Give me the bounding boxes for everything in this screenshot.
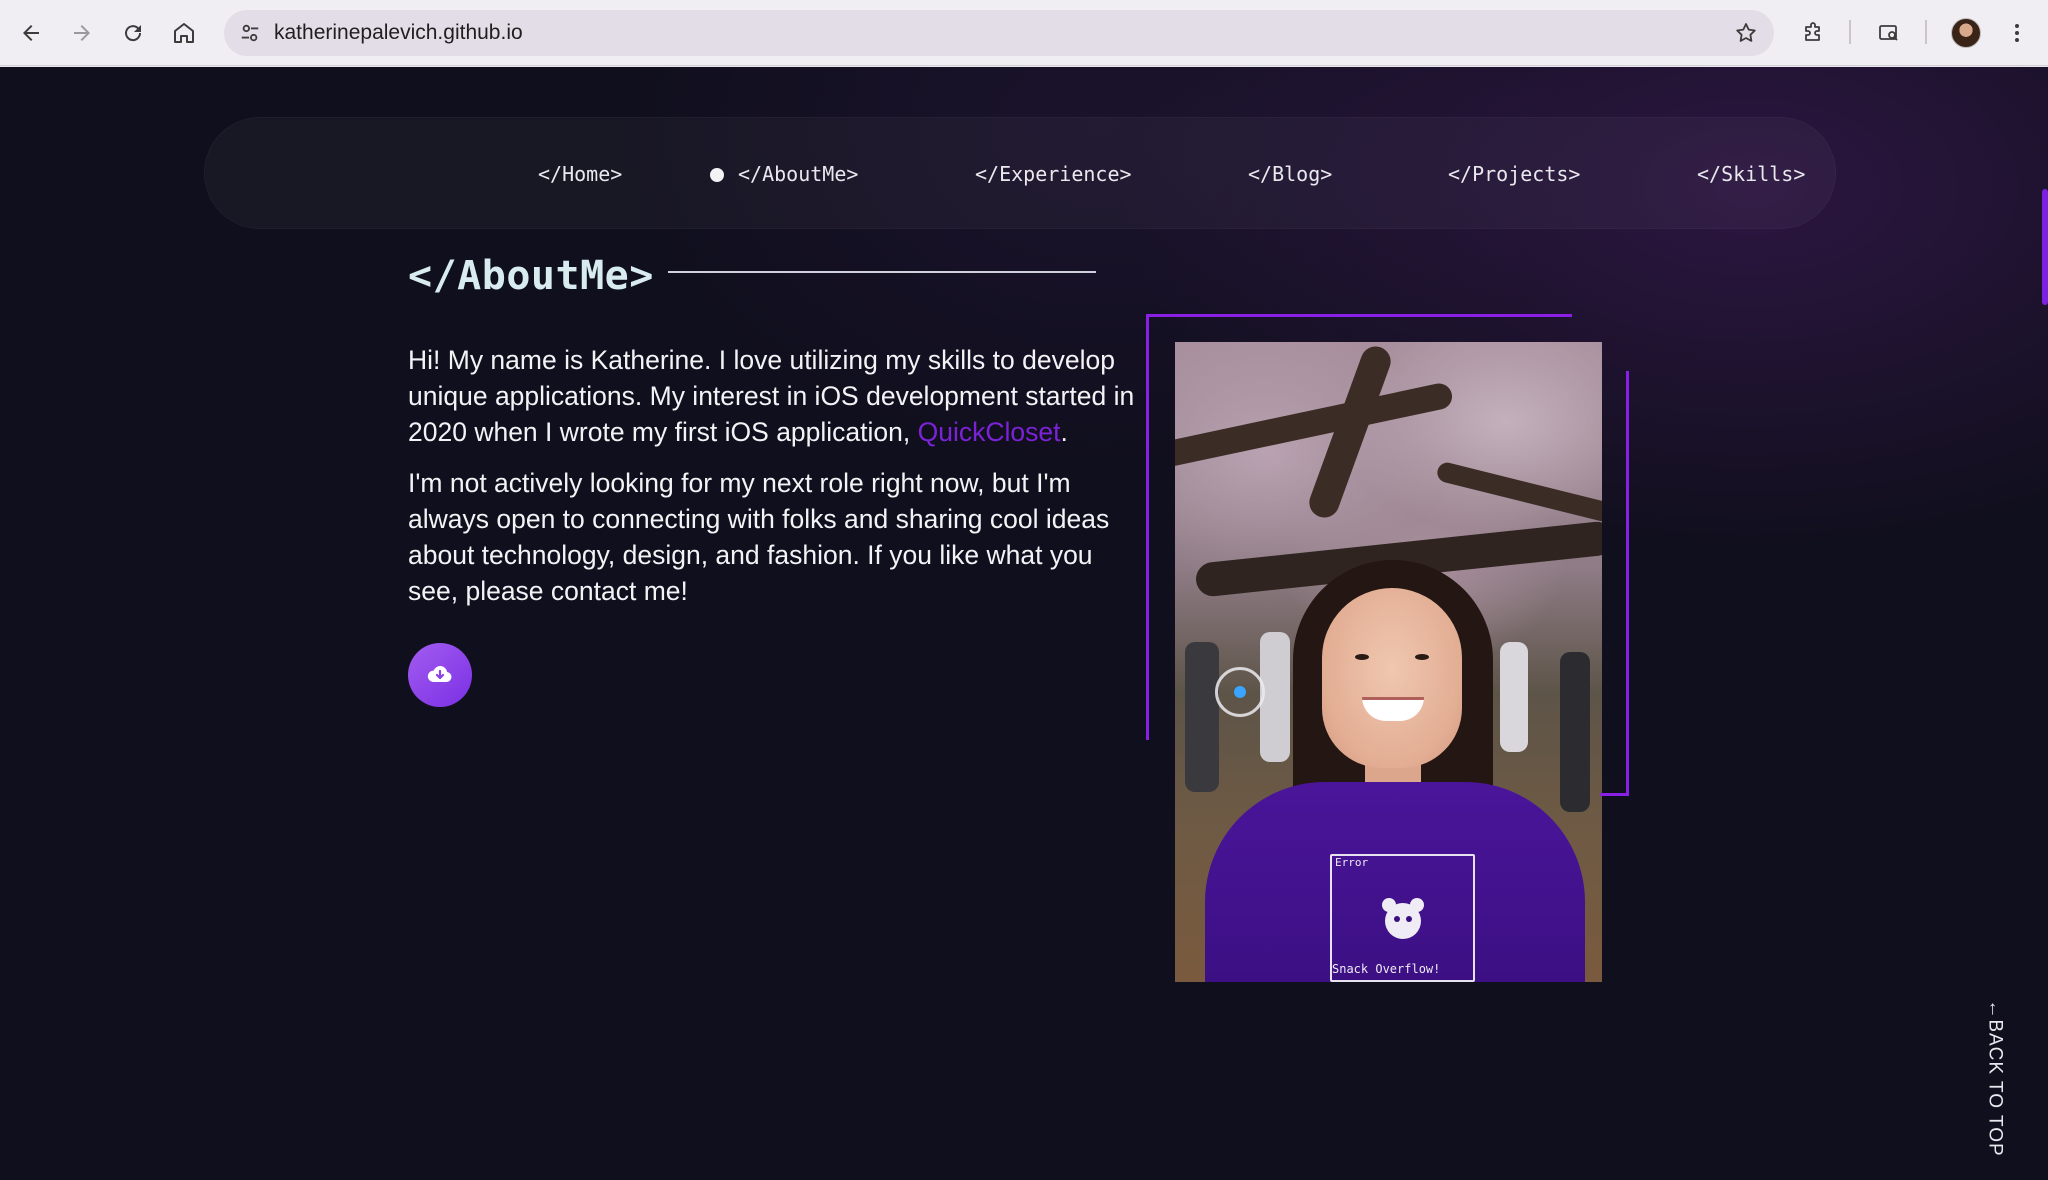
extensions-button[interactable]: [1793, 13, 1833, 53]
cursor-dot: [1234, 686, 1246, 698]
shirt-label-error: Error: [1335, 856, 1369, 869]
photo-frame-right: [1626, 371, 1629, 796]
toolbar-divider: [1849, 20, 1851, 44]
nav-blog[interactable]: </Blog>: [1248, 118, 1332, 230]
section-divider: [668, 271, 1096, 273]
back-button[interactable]: [11, 13, 51, 53]
about-text: Hi! My name is Katherine. I love utilizi…: [408, 342, 1138, 624]
eye: [1415, 654, 1429, 660]
scrollbar-thumb[interactable]: [2042, 189, 2048, 305]
menu-icon: [2015, 24, 2019, 42]
background-person: [1500, 642, 1528, 752]
browser-toolbar: katherinepalevich.github.io: [0, 0, 2048, 66]
face: [1322, 588, 1462, 768]
photo-frame-top: [1146, 314, 1572, 317]
reload-icon: [125, 25, 142, 42]
back-to-top-button[interactable]: ←BACK TO TOP: [1983, 999, 2007, 1156]
eye: [1355, 654, 1369, 660]
shirt-label-snack-overflow: Snack Overflow!: [1332, 962, 1441, 976]
menu-button[interactable]: [1997, 13, 2037, 53]
about-paragraph-1-end: .: [1060, 417, 1068, 447]
nav-home[interactable]: </Home>: [538, 118, 622, 230]
site-navigation: </Home> </AboutMe> </Experience> </Blog>…: [204, 117, 1836, 229]
reload-button[interactable]: [113, 13, 153, 53]
address-bar[interactable]: katherinepalevich.github.io: [224, 10, 1774, 56]
extensions-icon: [1805, 22, 1820, 41]
photo-frame-bottom: [1600, 793, 1629, 796]
shirt-graphic-icon: [1382, 898, 1424, 939]
cloud-download-icon: [427, 666, 452, 682]
quickcloset-link[interactable]: QuickCloset: [918, 417, 1061, 447]
nav-experience[interactable]: </Experience>: [975, 118, 1132, 230]
photo-frame-left: [1146, 314, 1149, 740]
toolbar-divider: [1925, 20, 1927, 44]
download-resume-button[interactable]: [408, 643, 472, 707]
tab-search-button[interactable]: [1869, 13, 1909, 53]
tab-search-icon: [1879, 25, 1898, 41]
active-indicator: [710, 168, 724, 182]
forward-button[interactable]: [62, 13, 102, 53]
tree-branch: [1175, 381, 1455, 469]
forward-icon: [74, 25, 90, 41]
background-person: [1185, 642, 1219, 792]
star-icon[interactable]: [1732, 19, 1760, 47]
profile-photo: Error Snack Overflow!: [1175, 342, 1602, 982]
nav-skills[interactable]: </Skills>: [1697, 118, 1805, 230]
home-button[interactable]: [164, 13, 204, 53]
section-title: </AboutMe>: [408, 253, 654, 299]
nav-aboutme[interactable]: </AboutMe>: [738, 118, 858, 230]
background-person: [1560, 652, 1590, 812]
back-icon: [23, 25, 39, 41]
home-icon: [174, 23, 194, 43]
profile-avatar[interactable]: [1951, 18, 1981, 48]
tree-branch: [1435, 460, 1602, 524]
site-settings-icon[interactable]: [236, 19, 264, 47]
url-text[interactable]: katherinepalevich.github.io: [274, 10, 523, 56]
back-to-top-label: ←BACK TO TOP: [1985, 999, 2006, 1157]
background-person: [1260, 632, 1290, 762]
about-paragraph-2: I'm not actively looking for my next rol…: [408, 468, 1110, 606]
about-paragraph-1: Hi! My name is Katherine. I love utilizi…: [408, 342, 1138, 450]
nav-projects[interactable]: </Projects>: [1448, 118, 1580, 230]
